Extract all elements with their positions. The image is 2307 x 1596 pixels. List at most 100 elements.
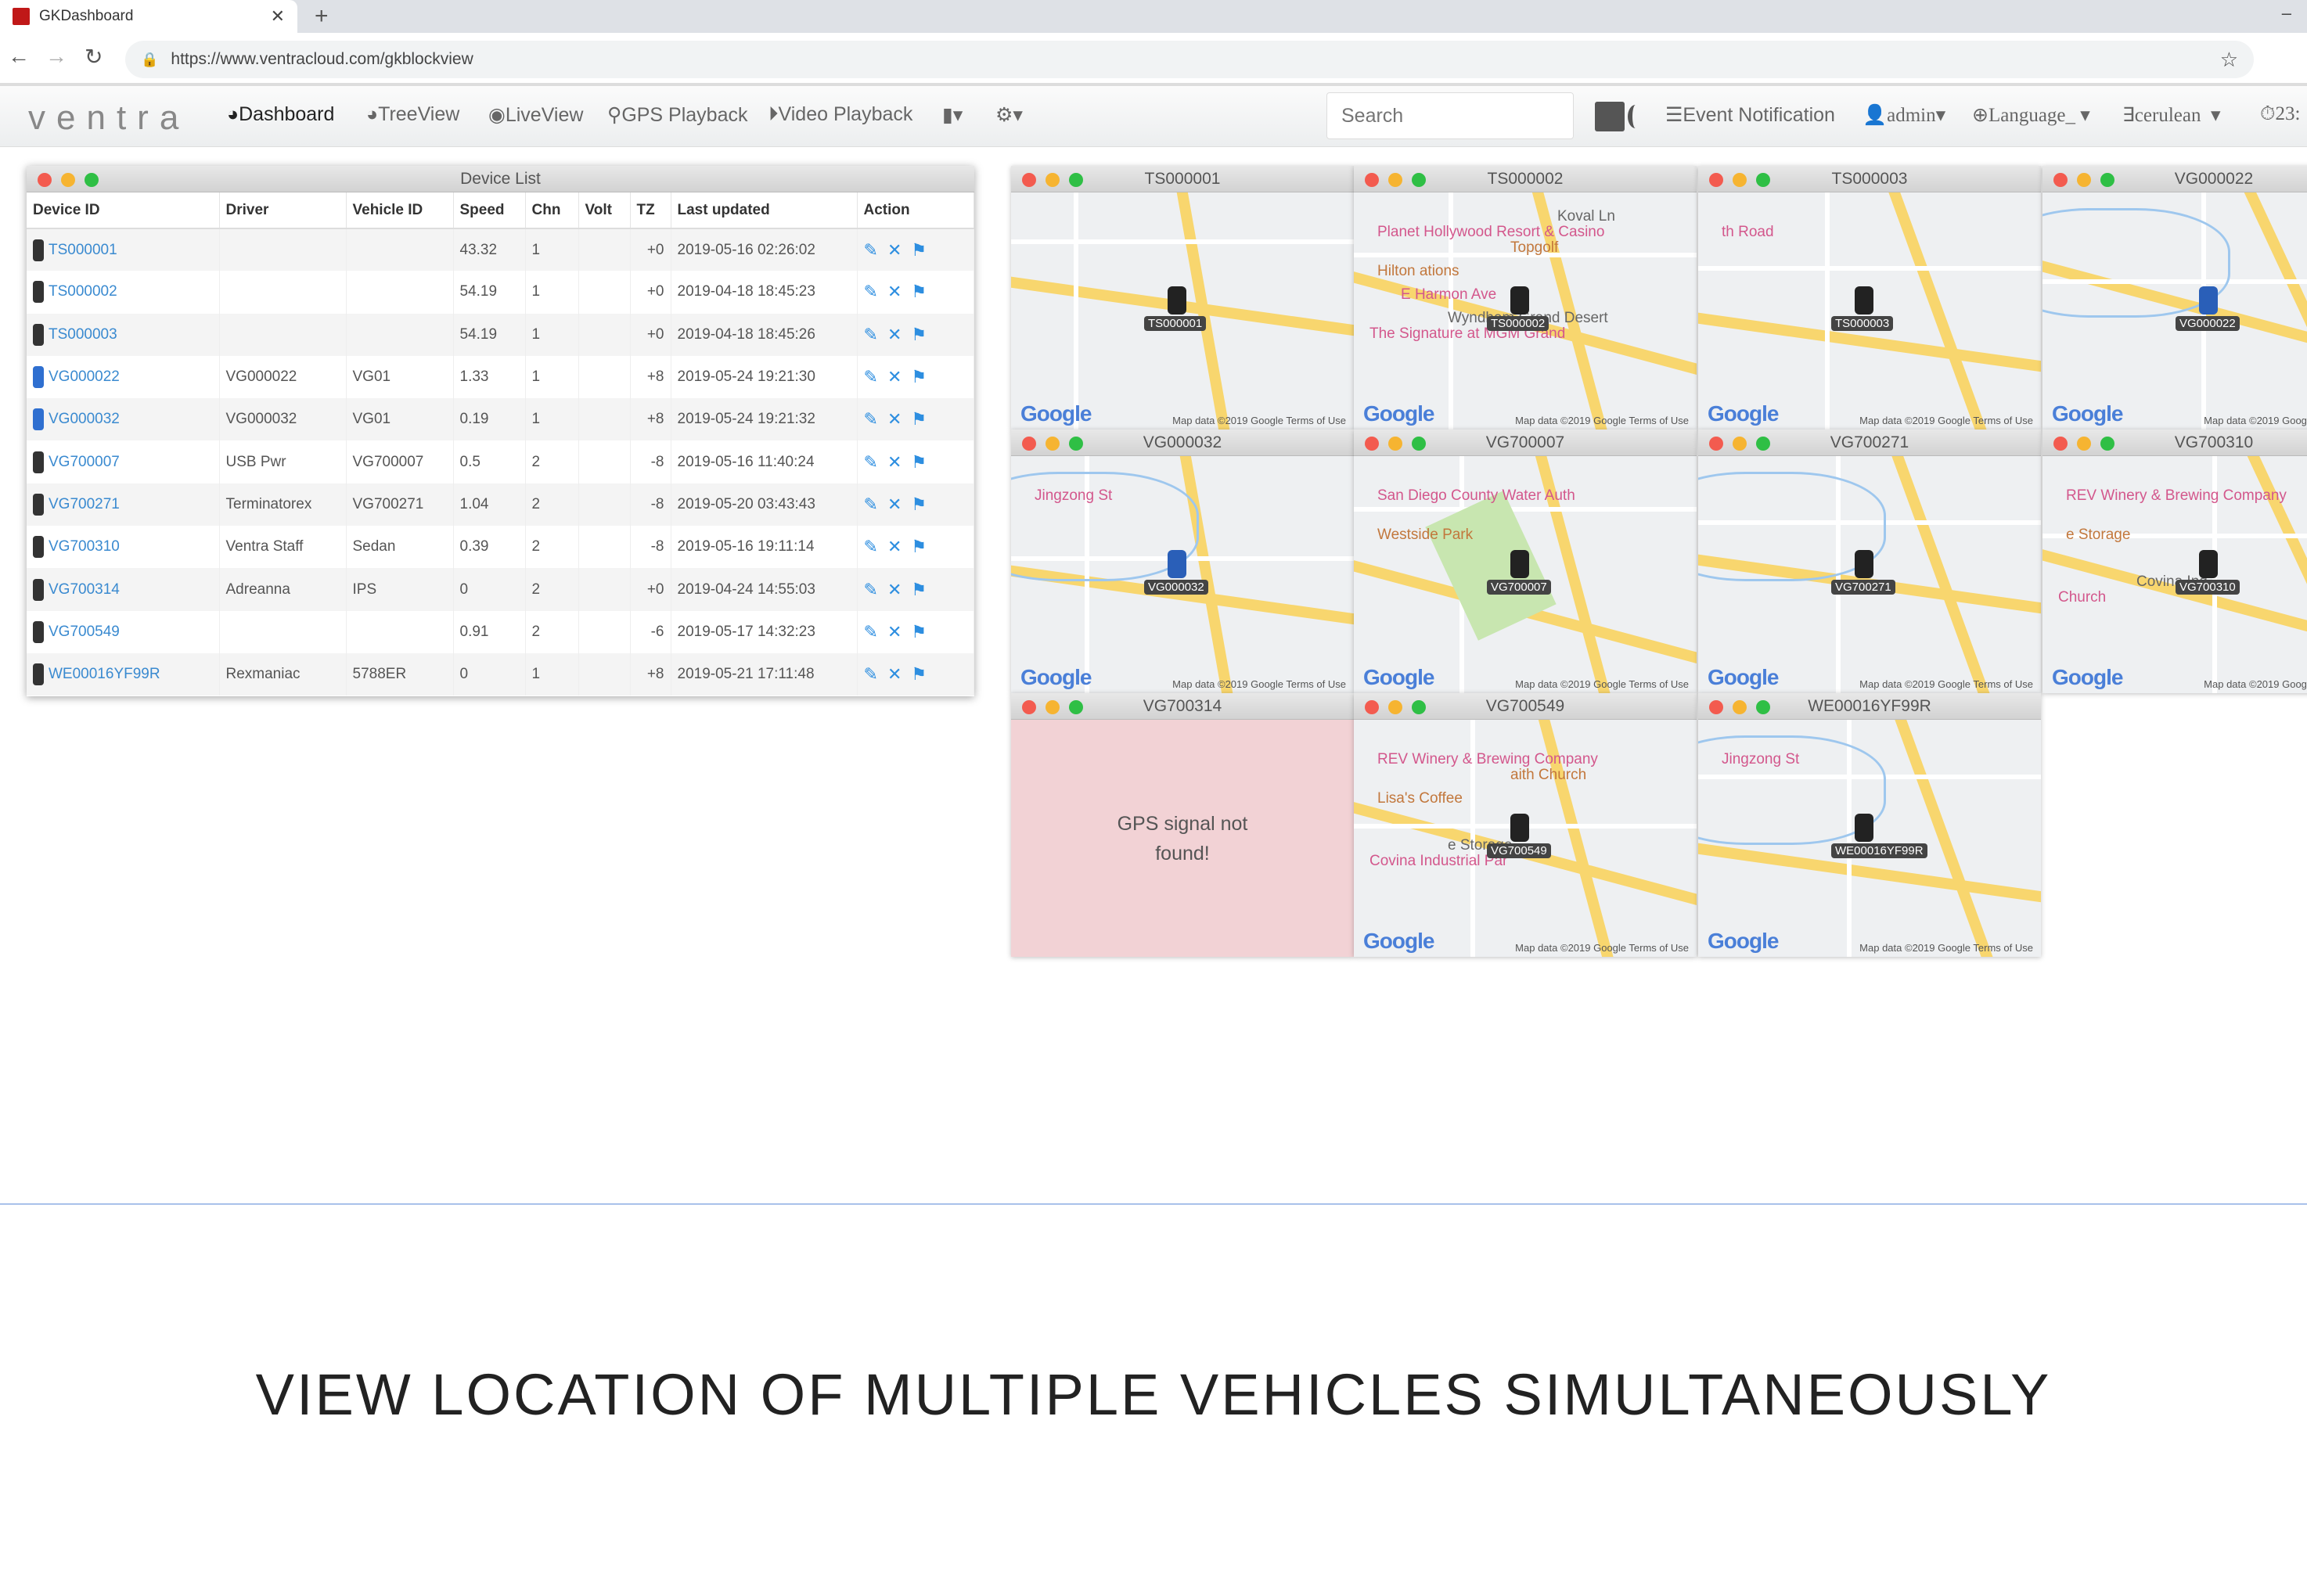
device-id-cell[interactable]: TS000003	[27, 313, 220, 356]
column-header[interactable]: Last updated	[671, 192, 858, 229]
device-id-link[interactable]: TS000003	[49, 326, 117, 343]
edit-icon[interactable]: ✎	[864, 367, 878, 386]
minimize-dot[interactable]	[1733, 173, 1747, 187]
locate-icon[interactable]: ⚑	[911, 282, 927, 301]
locate-icon[interactable]: ⚑	[911, 452, 927, 472]
close-dot[interactable]	[1365, 700, 1379, 714]
device-id-link[interactable]: VG700310	[49, 538, 120, 555]
nav-liveview[interactable]: ◉LiveView	[488, 103, 583, 127]
delete-icon[interactable]: ✕	[887, 452, 902, 472]
close-dot[interactable]	[38, 173, 52, 187]
delete-icon[interactable]: ✕	[887, 409, 902, 429]
table-row[interactable]: TS000003 54.19 1 +0 2019-04-18 18:45:26 ✎ ✕ ⚑	[27, 313, 974, 356]
delete-icon[interactable]: ✕	[887, 282, 902, 301]
map-view[interactable]: Jingzong St VG000032 Google Map data ©2019 …	[1011, 456, 1354, 693]
forward-icon[interactable]: →	[45, 44, 67, 69]
vehicle-marker[interactable]	[1168, 550, 1186, 578]
maximize-dot[interactable]	[85, 173, 99, 187]
device-id-cell[interactable]: VG700549	[27, 610, 220, 653]
minimize-dot[interactable]	[1388, 437, 1402, 451]
terms-link[interactable]: Terms of Use	[1286, 678, 1346, 690]
device-id-cell[interactable]: WE00016YF99R	[27, 652, 220, 696]
edit-icon[interactable]: ✎	[864, 325, 878, 344]
minimize-dot[interactable]	[1733, 437, 1747, 451]
device-menu-dropdown[interactable]: ▮▾	[942, 103, 963, 127]
event-notification-link[interactable]: ☰Event Notification	[1665, 103, 1835, 127]
table-row[interactable]: VG700271 Terminatorex VG700271 1.04 2 -8 2019-…	[27, 483, 974, 527]
url-bar[interactable]: 🔒 https://www.ventracloud.com/gkblockvie…	[125, 41, 2254, 78]
device-id-cell[interactable]: VG700007	[27, 440, 220, 483]
device-id-cell[interactable]: TS000002	[27, 271, 220, 314]
nav-video-playback[interactable]: ⏵Video Playback	[768, 103, 912, 126]
map-view[interactable]: San Diego County Water Auth Westside Park…	[1354, 456, 1697, 693]
edit-icon[interactable]: ✎	[864, 537, 878, 556]
column-header[interactable]: Device ID	[27, 192, 220, 229]
edit-icon[interactable]: ✎	[864, 494, 878, 514]
nav-gps-playback[interactable]: ⚲GPS Playback	[607, 103, 748, 127]
table-row[interactable]: VG700314 Adreanna IPS 0 2 +0 2019-04-24 14:55:…	[27, 568, 974, 611]
device-id-link[interactable]: TS000002	[49, 283, 117, 300]
nav-dashboard[interactable]: ◕Dashboard	[227, 103, 334, 126]
map-view[interactable]: TS000001 Google Map data ©2019 Google Term…	[1011, 192, 1354, 430]
device-id-cell[interactable]: VG700310	[27, 526, 220, 569]
close-dot[interactable]	[1365, 437, 1379, 451]
device-id-cell[interactable]: VG000022	[27, 355, 220, 399]
locate-icon[interactable]: ⚑	[911, 325, 927, 344]
maximize-dot[interactable]	[1069, 700, 1083, 714]
edit-icon[interactable]: ✎	[864, 580, 878, 599]
device-id-link[interactable]: VG700271	[49, 496, 120, 512]
terms-link[interactable]: Terms of Use	[1629, 415, 1689, 426]
terms-link[interactable]: Terms of Use	[1973, 678, 2033, 690]
column-header[interactable]: Driver	[219, 192, 347, 229]
map-view[interactable]: REV Winery & Brewing Company e Storage Cov…	[2042, 456, 2307, 693]
column-header[interactable]: Vehicle ID	[346, 192, 454, 229]
new-tab-button[interactable]: +	[315, 3, 329, 30]
table-row[interactable]: TS000001 43.32 1 +0 2019-05-16 02:26:02 ✎ ✕ ⚑	[27, 228, 974, 271]
locate-icon[interactable]: ⚑	[911, 240, 927, 260]
edit-icon[interactable]: ✎	[864, 622, 878, 642]
map-view[interactable]: VG000022 Google Map data ©2019 Google Term…	[2042, 192, 2307, 430]
device-id-link[interactable]: VG000022	[49, 368, 120, 385]
minimize-button[interactable]: –	[2282, 3, 2291, 23]
minimize-dot[interactable]	[1046, 437, 1060, 451]
edit-icon[interactable]: ✎	[864, 282, 878, 301]
maximize-dot[interactable]	[1069, 437, 1083, 451]
close-dot[interactable]	[1709, 173, 1723, 187]
minimize-dot[interactable]	[1733, 700, 1747, 714]
edit-icon[interactable]: ✎	[864, 452, 878, 472]
device-id-link[interactable]: VG700549	[49, 624, 120, 640]
vehicle-marker[interactable]	[1510, 550, 1529, 578]
search-input[interactable]	[1326, 92, 1574, 139]
device-id-cell[interactable]: VG700271	[27, 483, 220, 527]
minimize-dot[interactable]	[2077, 173, 2091, 187]
language-menu[interactable]: ⊕Language_ ▾	[1972, 103, 2090, 127]
locate-icon[interactable]: ⚑	[911, 664, 927, 684]
theme-menu[interactable]: ∃cerulean ▾	[2122, 103, 2221, 127]
minimize-dot[interactable]	[1046, 700, 1060, 714]
device-id-link[interactable]: TS000001	[49, 242, 117, 258]
map-view[interactable]: REV Winery & Brewing Company Lisa's Coffe…	[1354, 720, 1697, 957]
locate-icon[interactable]: ⚑	[911, 494, 927, 514]
column-header[interactable]: TZ	[630, 192, 671, 229]
column-header[interactable]: Volt	[578, 192, 631, 229]
close-dot[interactable]	[1709, 437, 1723, 451]
video-camera-icon[interactable]	[1595, 102, 1632, 131]
minimize-dot[interactable]	[61, 173, 75, 187]
delete-icon[interactable]: ✕	[887, 325, 902, 344]
maximize-dot[interactable]	[2100, 173, 2114, 187]
device-id-link[interactable]: WE00016YF99R	[49, 666, 160, 682]
terms-link[interactable]: Terms of Use	[1629, 942, 1689, 954]
close-dot[interactable]	[1022, 700, 1036, 714]
locate-icon[interactable]: ⚑	[911, 409, 927, 429]
vehicle-marker[interactable]	[2199, 286, 2218, 315]
edit-icon[interactable]: ✎	[864, 240, 878, 260]
browser-tab[interactable]: GKDashboard ✕	[0, 0, 297, 33]
back-icon[interactable]: ←	[8, 44, 30, 69]
delete-icon[interactable]: ✕	[887, 622, 902, 642]
locate-icon[interactable]: ⚑	[911, 580, 927, 599]
map-view[interactable]: VG700271 Google Map data ©2019 Google Term…	[1698, 456, 2041, 693]
device-id-link[interactable]: VG700314	[49, 581, 120, 598]
terms-link[interactable]: Terms of Use	[1973, 415, 2033, 426]
table-row[interactable]: TS000002 54.19 1 +0 2019-04-18 18:45:23 ✎ ✕ ⚑	[27, 271, 974, 314]
terms-link[interactable]: Terms of Use	[1973, 942, 2033, 954]
